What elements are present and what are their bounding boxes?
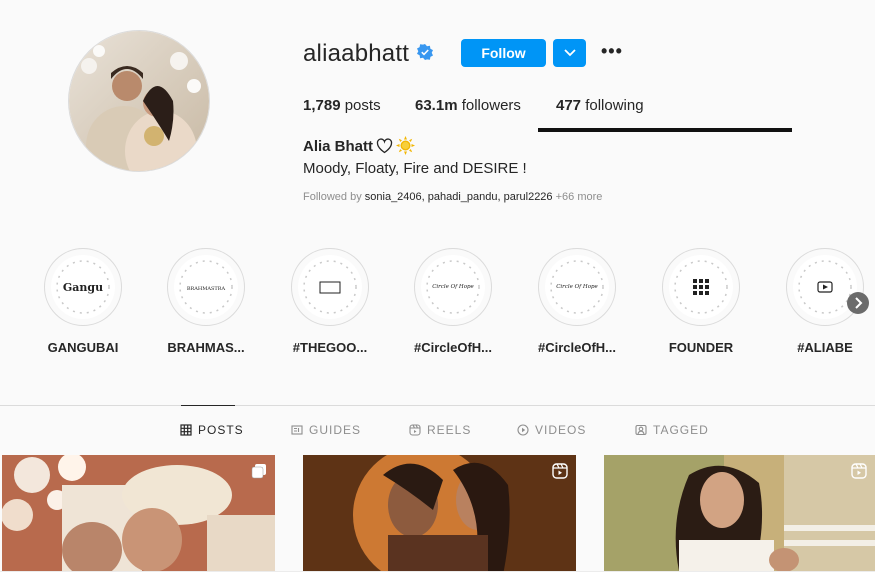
- reels-icon: [409, 424, 421, 436]
- post-image: [303, 455, 576, 571]
- tab-tagged[interactable]: TAGGED: [635, 423, 709, 437]
- posts-label: posts: [344, 97, 381, 114]
- highlight-brahmastra[interactable]: BRAHMASTRA BRAHMAS...: [166, 248, 246, 355]
- active-tab-indicator: [181, 405, 235, 406]
- svg-text:Circle Of Hope: Circle Of Hope: [556, 284, 598, 290]
- highlight-thegood[interactable]: #THEGOO...: [290, 248, 370, 355]
- tab-label: REELS: [427, 423, 472, 437]
- highlight-circleofhope-2[interactable]: Circle Of Hope #CircleOfH...: [537, 248, 617, 355]
- suggested-dropdown-button[interactable]: [553, 39, 586, 67]
- svg-text:Circle Of Hope: Circle Of Hope: [432, 284, 474, 290]
- tab-label: VIDEOS: [535, 423, 587, 437]
- tab-label: TAGGED: [653, 423, 709, 437]
- followers-label: followers: [461, 97, 521, 114]
- highlight-cover: [786, 248, 864, 326]
- follow-button[interactable]: Follow: [461, 39, 546, 67]
- highlight-cover: Gangu: [44, 248, 122, 326]
- reel-icon: [851, 463, 867, 479]
- highlight-cover: [291, 248, 369, 326]
- post-thumbnail[interactable]: [303, 455, 576, 571]
- profile-avatar[interactable]: [68, 30, 210, 172]
- highlight-cover: BRAHMASTRA: [167, 248, 245, 326]
- bottom-strip: [0, 571, 875, 584]
- tabs-divider: [0, 405, 875, 406]
- following-label: following: [585, 97, 644, 114]
- profile-full-name: Alia Bhatt: [303, 138, 374, 155]
- post-thumbnail[interactable]: [2, 455, 275, 571]
- posts-stat: 1,789 posts: [303, 97, 381, 114]
- tab-reels[interactable]: REELS: [409, 423, 471, 437]
- chevron-right-icon: [855, 297, 863, 309]
- highlight-label: GANGUBAI: [47, 340, 119, 355]
- highlight-cover-image: BRAHMASTRA: [179, 260, 233, 314]
- post-image: [2, 455, 275, 571]
- highlight-cover: [662, 248, 740, 326]
- chevron-down-icon: [563, 49, 576, 57]
- followers-stat[interactable]: 63.1m followers: [415, 97, 521, 114]
- highlight-label: #THEGOO...: [292, 340, 368, 355]
- post-thumbnail[interactable]: [604, 455, 875, 571]
- followers-count: 63.1m: [415, 97, 458, 114]
- followed-by-names: sonia_2406, pahadi_pandu, parul2226: [364, 191, 553, 203]
- tab-posts[interactable]: POSTS: [180, 423, 244, 437]
- highlight-cover-image: Circle Of Hope: [426, 260, 480, 314]
- tab-videos[interactable]: VIDEOS: [517, 423, 586, 437]
- profile-bio: Moody, Floaty, Fire and DESIRE !: [303, 160, 527, 177]
- highlight-label: #ALIABE: [797, 340, 853, 355]
- tab-label: POSTS: [198, 423, 244, 437]
- posts-count: 1,789: [303, 97, 341, 114]
- svg-text:Gangu: Gangu: [63, 281, 103, 294]
- highlight-underline: [538, 128, 792, 132]
- highlight-label: #CircleOfH...: [413, 340, 493, 355]
- tab-guides[interactable]: GUIDES: [291, 423, 361, 437]
- svg-text:BRAHMASTRA: BRAHMASTRA: [187, 286, 226, 292]
- highlight-cover-image: Circle Of Hope: [550, 260, 604, 314]
- highlight-cover: Circle Of Hope: [414, 248, 492, 326]
- highlight-cover-image: Gangu: [56, 260, 110, 314]
- highlights-next-button[interactable]: [847, 292, 869, 314]
- profile-username: aliaabhatt: [303, 40, 410, 67]
- reel-icon: [552, 463, 568, 479]
- highlight-label: FOUNDER: [668, 340, 734, 355]
- followed-by-text[interactable]: Followed by sonia_2406, pahadi_pandu, pa…: [303, 191, 602, 203]
- grid-icon: [180, 424, 192, 436]
- highlight-founder[interactable]: FOUNDER: [661, 248, 741, 355]
- post-image: [604, 455, 875, 571]
- tagged-icon: [635, 424, 647, 436]
- highlight-circleofhope-1[interactable]: Circle Of Hope #CircleOfH...: [413, 248, 493, 355]
- following-stat[interactable]: 477 following: [556, 97, 644, 114]
- highlight-label: BRAHMAS...: [167, 340, 245, 355]
- carousel-icon: [251, 464, 266, 479]
- highlight-cover: Circle Of Hope: [538, 248, 616, 326]
- verified-badge-icon: [417, 44, 433, 60]
- video-icon: [517, 424, 529, 436]
- heart-icon: [376, 138, 393, 154]
- highlight-cover-image: [674, 260, 728, 314]
- sun-emoji-icon: [396, 136, 415, 155]
- tab-label: GUIDES: [309, 423, 362, 437]
- followed-by-prefix: Followed by: [303, 191, 362, 203]
- guides-icon: [291, 425, 303, 435]
- highlight-label: #CircleOfH...: [537, 340, 617, 355]
- more-options-button[interactable]: •••: [601, 41, 625, 65]
- following-count: 477: [556, 97, 582, 114]
- highlight-cover-image: [303, 260, 357, 314]
- highlight-gangubai[interactable]: Gangu GANGUBAI: [43, 248, 123, 355]
- followed-by-more: +66 more: [555, 191, 603, 203]
